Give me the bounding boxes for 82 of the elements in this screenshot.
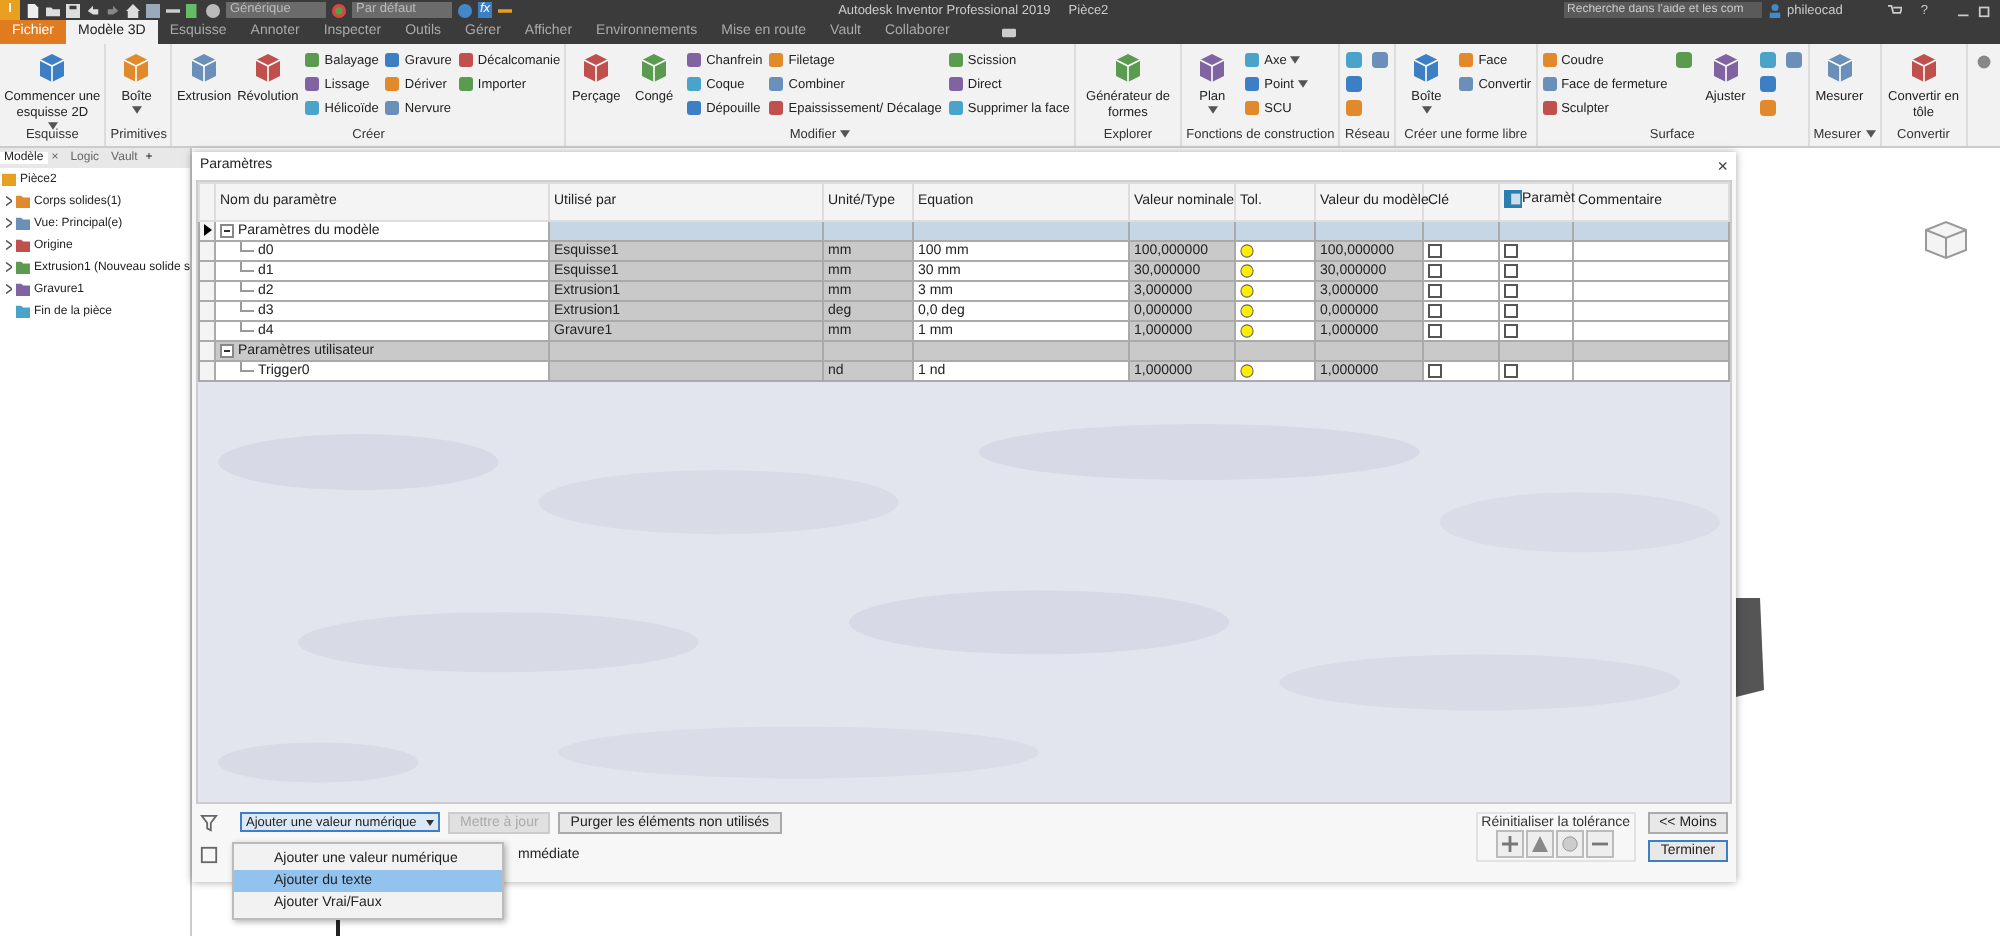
filter-icon[interactable] xyxy=(200,813,218,832)
view-cube-drawing[interactable] xyxy=(1922,218,1970,262)
checkbox[interactable] xyxy=(1428,263,1442,278)
expander-icon[interactable] xyxy=(220,343,234,358)
user-icon[interactable] xyxy=(1767,3,1782,17)
checkbox[interactable] xyxy=(1428,243,1442,258)
checkbox[interactable] xyxy=(1504,283,1518,298)
checkbox[interactable] xyxy=(1504,243,1518,258)
cart-icon[interactable] xyxy=(1888,3,1903,17)
export-icon xyxy=(1504,190,1522,209)
square-icon[interactable] xyxy=(1673,50,1694,70)
triangle-icon xyxy=(1532,835,1549,852)
box-icon xyxy=(2,172,16,186)
caret-icon xyxy=(47,122,58,130)
square-icon xyxy=(768,76,785,92)
square-icon xyxy=(947,76,964,92)
square-icon xyxy=(1244,76,1261,92)
median-tolerance-button[interactable] xyxy=(1526,829,1555,858)
square-icon xyxy=(1541,76,1558,92)
help-icon[interactable] xyxy=(200,845,218,864)
square-icon xyxy=(384,52,401,68)
square-icon xyxy=(1458,52,1475,68)
chevron-icon[interactable] xyxy=(6,262,12,272)
checkbox[interactable] xyxy=(1428,323,1442,338)
square-icon xyxy=(384,76,401,92)
checkbox[interactable] xyxy=(1504,263,1518,278)
circle-icon xyxy=(1562,835,1579,852)
undo-icon[interactable] xyxy=(86,3,100,17)
caret-icon xyxy=(1421,106,1432,114)
square-icon[interactable] xyxy=(1370,50,1391,70)
square-icon xyxy=(1541,52,1558,68)
camera-icon[interactable] xyxy=(1001,26,1016,40)
restore-icon[interactable] xyxy=(1978,3,1992,17)
square-icon xyxy=(1458,76,1475,92)
square-icon xyxy=(304,76,321,92)
checkbox[interactable] xyxy=(1504,323,1518,338)
home-icon[interactable] xyxy=(126,3,140,17)
square-icon xyxy=(686,100,703,116)
square-icon xyxy=(1244,52,1261,68)
square-icon[interactable] xyxy=(1783,50,1804,70)
caret-icon xyxy=(840,130,851,138)
square-icon xyxy=(686,76,703,92)
square-icon xyxy=(304,100,321,116)
square-icon xyxy=(686,52,703,68)
square-icon[interactable] xyxy=(1757,50,1778,70)
lower-tolerance-button[interactable] xyxy=(1586,829,1615,858)
checkbox[interactable] xyxy=(1428,363,1442,378)
square-icon xyxy=(384,100,401,116)
square-icon xyxy=(768,100,785,116)
caret-icon xyxy=(1865,130,1876,138)
chevron-icon[interactable] xyxy=(6,196,12,206)
checkbox[interactable] xyxy=(1504,303,1518,318)
globe-icon[interactable] xyxy=(206,3,220,17)
tolerance-icon[interactable] xyxy=(1240,363,1254,378)
square-icon xyxy=(1244,100,1261,116)
square-icon[interactable] xyxy=(1344,50,1365,70)
caret-icon xyxy=(1290,56,1301,64)
dropdown-icon[interactable] xyxy=(1975,52,1992,72)
caret-icon xyxy=(131,106,142,114)
expander-icon[interactable] xyxy=(220,223,234,238)
caret-icon xyxy=(1297,80,1308,88)
square-icon xyxy=(457,52,474,68)
checkbox[interactable] xyxy=(1504,363,1518,378)
square-icon xyxy=(1541,100,1558,116)
square-icon xyxy=(947,52,964,68)
chevron-icon[interactable] xyxy=(6,284,12,294)
row-selector[interactable] xyxy=(199,220,215,241)
plus-icon xyxy=(1502,835,1519,852)
caret-icon xyxy=(426,819,434,826)
close-button[interactable]: × xyxy=(1717,155,1728,176)
checkbox[interactable] xyxy=(1428,283,1442,298)
square-icon xyxy=(457,76,474,92)
chevron-icon[interactable] xyxy=(6,218,12,228)
checkbox[interactable] xyxy=(1428,303,1442,318)
square-icon xyxy=(304,52,321,68)
upper-tolerance-button[interactable] xyxy=(1496,829,1525,858)
square-icon xyxy=(768,52,785,68)
square-icon[interactable] xyxy=(1757,74,1778,94)
square-icon[interactable] xyxy=(1344,74,1365,94)
chevron-icon[interactable] xyxy=(6,240,12,250)
caret-icon xyxy=(1207,106,1218,114)
square-icon xyxy=(947,100,964,116)
